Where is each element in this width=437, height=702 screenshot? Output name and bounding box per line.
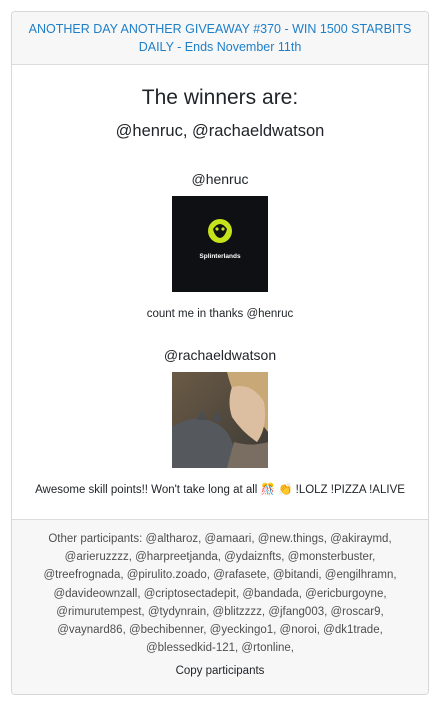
splinterlands-label: Splinterlands — [199, 253, 241, 260]
participants-footer: Other participants: @altharoz, @amaari, … — [12, 519, 428, 694]
woman-with-cat-photo — [172, 372, 268, 468]
copy-participants-button[interactable]: Copy participants — [166, 661, 275, 681]
other-participants-text: Other participants: @altharoz, @amaari, … — [43, 533, 397, 655]
winner-comment: Awesome skill points!! Won't take long a… — [12, 482, 428, 498]
comment-text: Awesome skill points!! Won't take long a… — [35, 484, 258, 496]
giveaway-card: ANOTHER DAY ANOTHER GIVEAWAY #370 - WIN … — [11, 11, 429, 695]
giveaway-title-link[interactable]: ANOTHER DAY ANOTHER GIVEAWAY #370 - WIN … — [29, 22, 412, 54]
winner-username: @rachaeldwatson — [163, 347, 277, 363]
clapping-hands-icon: 👏 — [278, 484, 293, 496]
winner-username: @henruc — [191, 171, 249, 187]
winners-heading: The winners are: — [141, 86, 299, 109]
splinterlands-logo: Splinterlands — [172, 196, 268, 292]
party-popper-icon: 🎊 — [260, 484, 275, 496]
winner-avatar-image: Splinterlands — [172, 196, 268, 292]
comment-tags: !LOLZ !PIZZA !ALIVE — [295, 484, 405, 496]
winner-photo-image — [172, 372, 268, 468]
card-body: The winners are: @henruc, @rachaeldwatso… — [12, 85, 428, 498]
winner-comment: count me in thanks @henruc — [146, 308, 294, 320]
winner-entry-rachaeldwatson: @rachaeldwatson Awesome skill points!! W… — [12, 346, 428, 498]
winner-entry-henruc: @henruc Splinterlands count me in thanks… — [12, 170, 428, 322]
winners-list: @henruc, @rachaeldwatson — [115, 122, 325, 140]
card-header: ANOTHER DAY ANOTHER GIVEAWAY #370 - WIN … — [12, 12, 428, 65]
